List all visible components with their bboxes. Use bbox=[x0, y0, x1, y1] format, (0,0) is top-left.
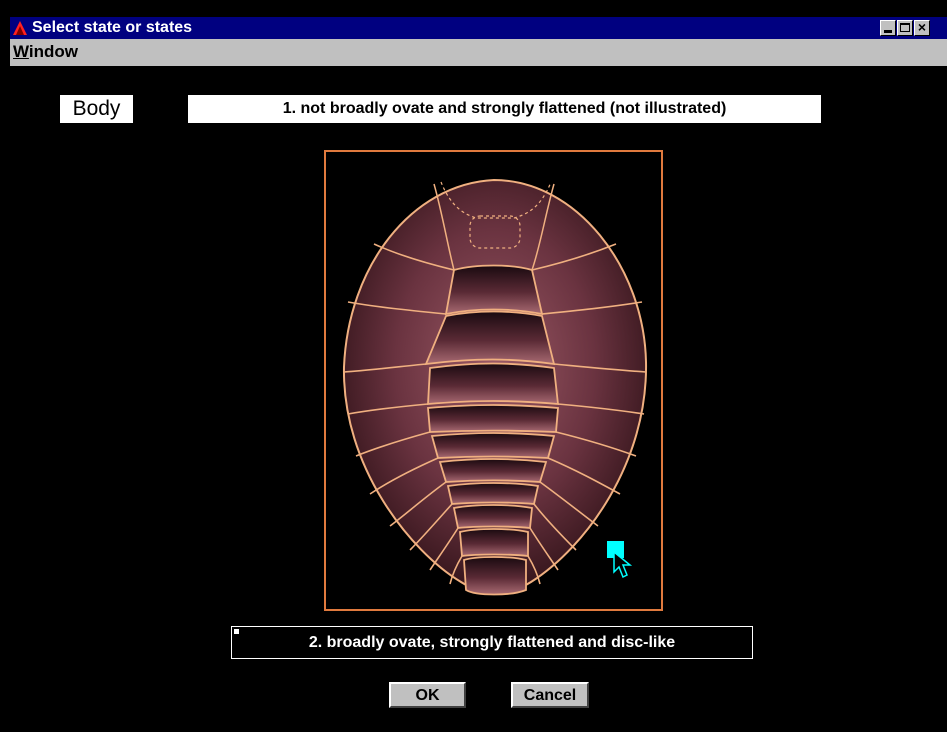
menu-bar: Window bbox=[10, 39, 947, 66]
close-icon: × bbox=[917, 19, 927, 35]
app-logo-icon bbox=[13, 21, 27, 35]
menu-item-window[interactable]: Window bbox=[13, 42, 78, 62]
minimize-button[interactable] bbox=[880, 20, 896, 36]
state-option-2[interactable]: 2. broadly ovate, strongly flattened and… bbox=[231, 626, 753, 659]
select-state-window: Select state or states × Window Body 1. … bbox=[0, 0, 947, 732]
menu-mnemonic: W bbox=[13, 42, 29, 61]
ok-button[interactable]: OK bbox=[389, 682, 466, 708]
mouse-cursor-icon bbox=[607, 541, 633, 579]
state-option-1[interactable]: 1. not broadly ovate and strongly flatte… bbox=[188, 95, 821, 123]
maximize-button[interactable] bbox=[897, 20, 913, 36]
maximize-icon bbox=[900, 23, 910, 32]
menu-label-rest: indow bbox=[28, 42, 79, 61]
close-button[interactable]: × bbox=[914, 19, 930, 36]
title-bar[interactable]: Select state or states × bbox=[10, 17, 947, 39]
cancel-button[interactable]: Cancel bbox=[511, 682, 589, 708]
window-title: Select state or states bbox=[32, 19, 193, 36]
selected-marker bbox=[234, 629, 239, 634]
state-option-2-label: 2. broadly ovate, strongly flattened and… bbox=[308, 634, 676, 651]
minimize-icon bbox=[884, 30, 892, 33]
character-label: Body bbox=[60, 95, 133, 123]
